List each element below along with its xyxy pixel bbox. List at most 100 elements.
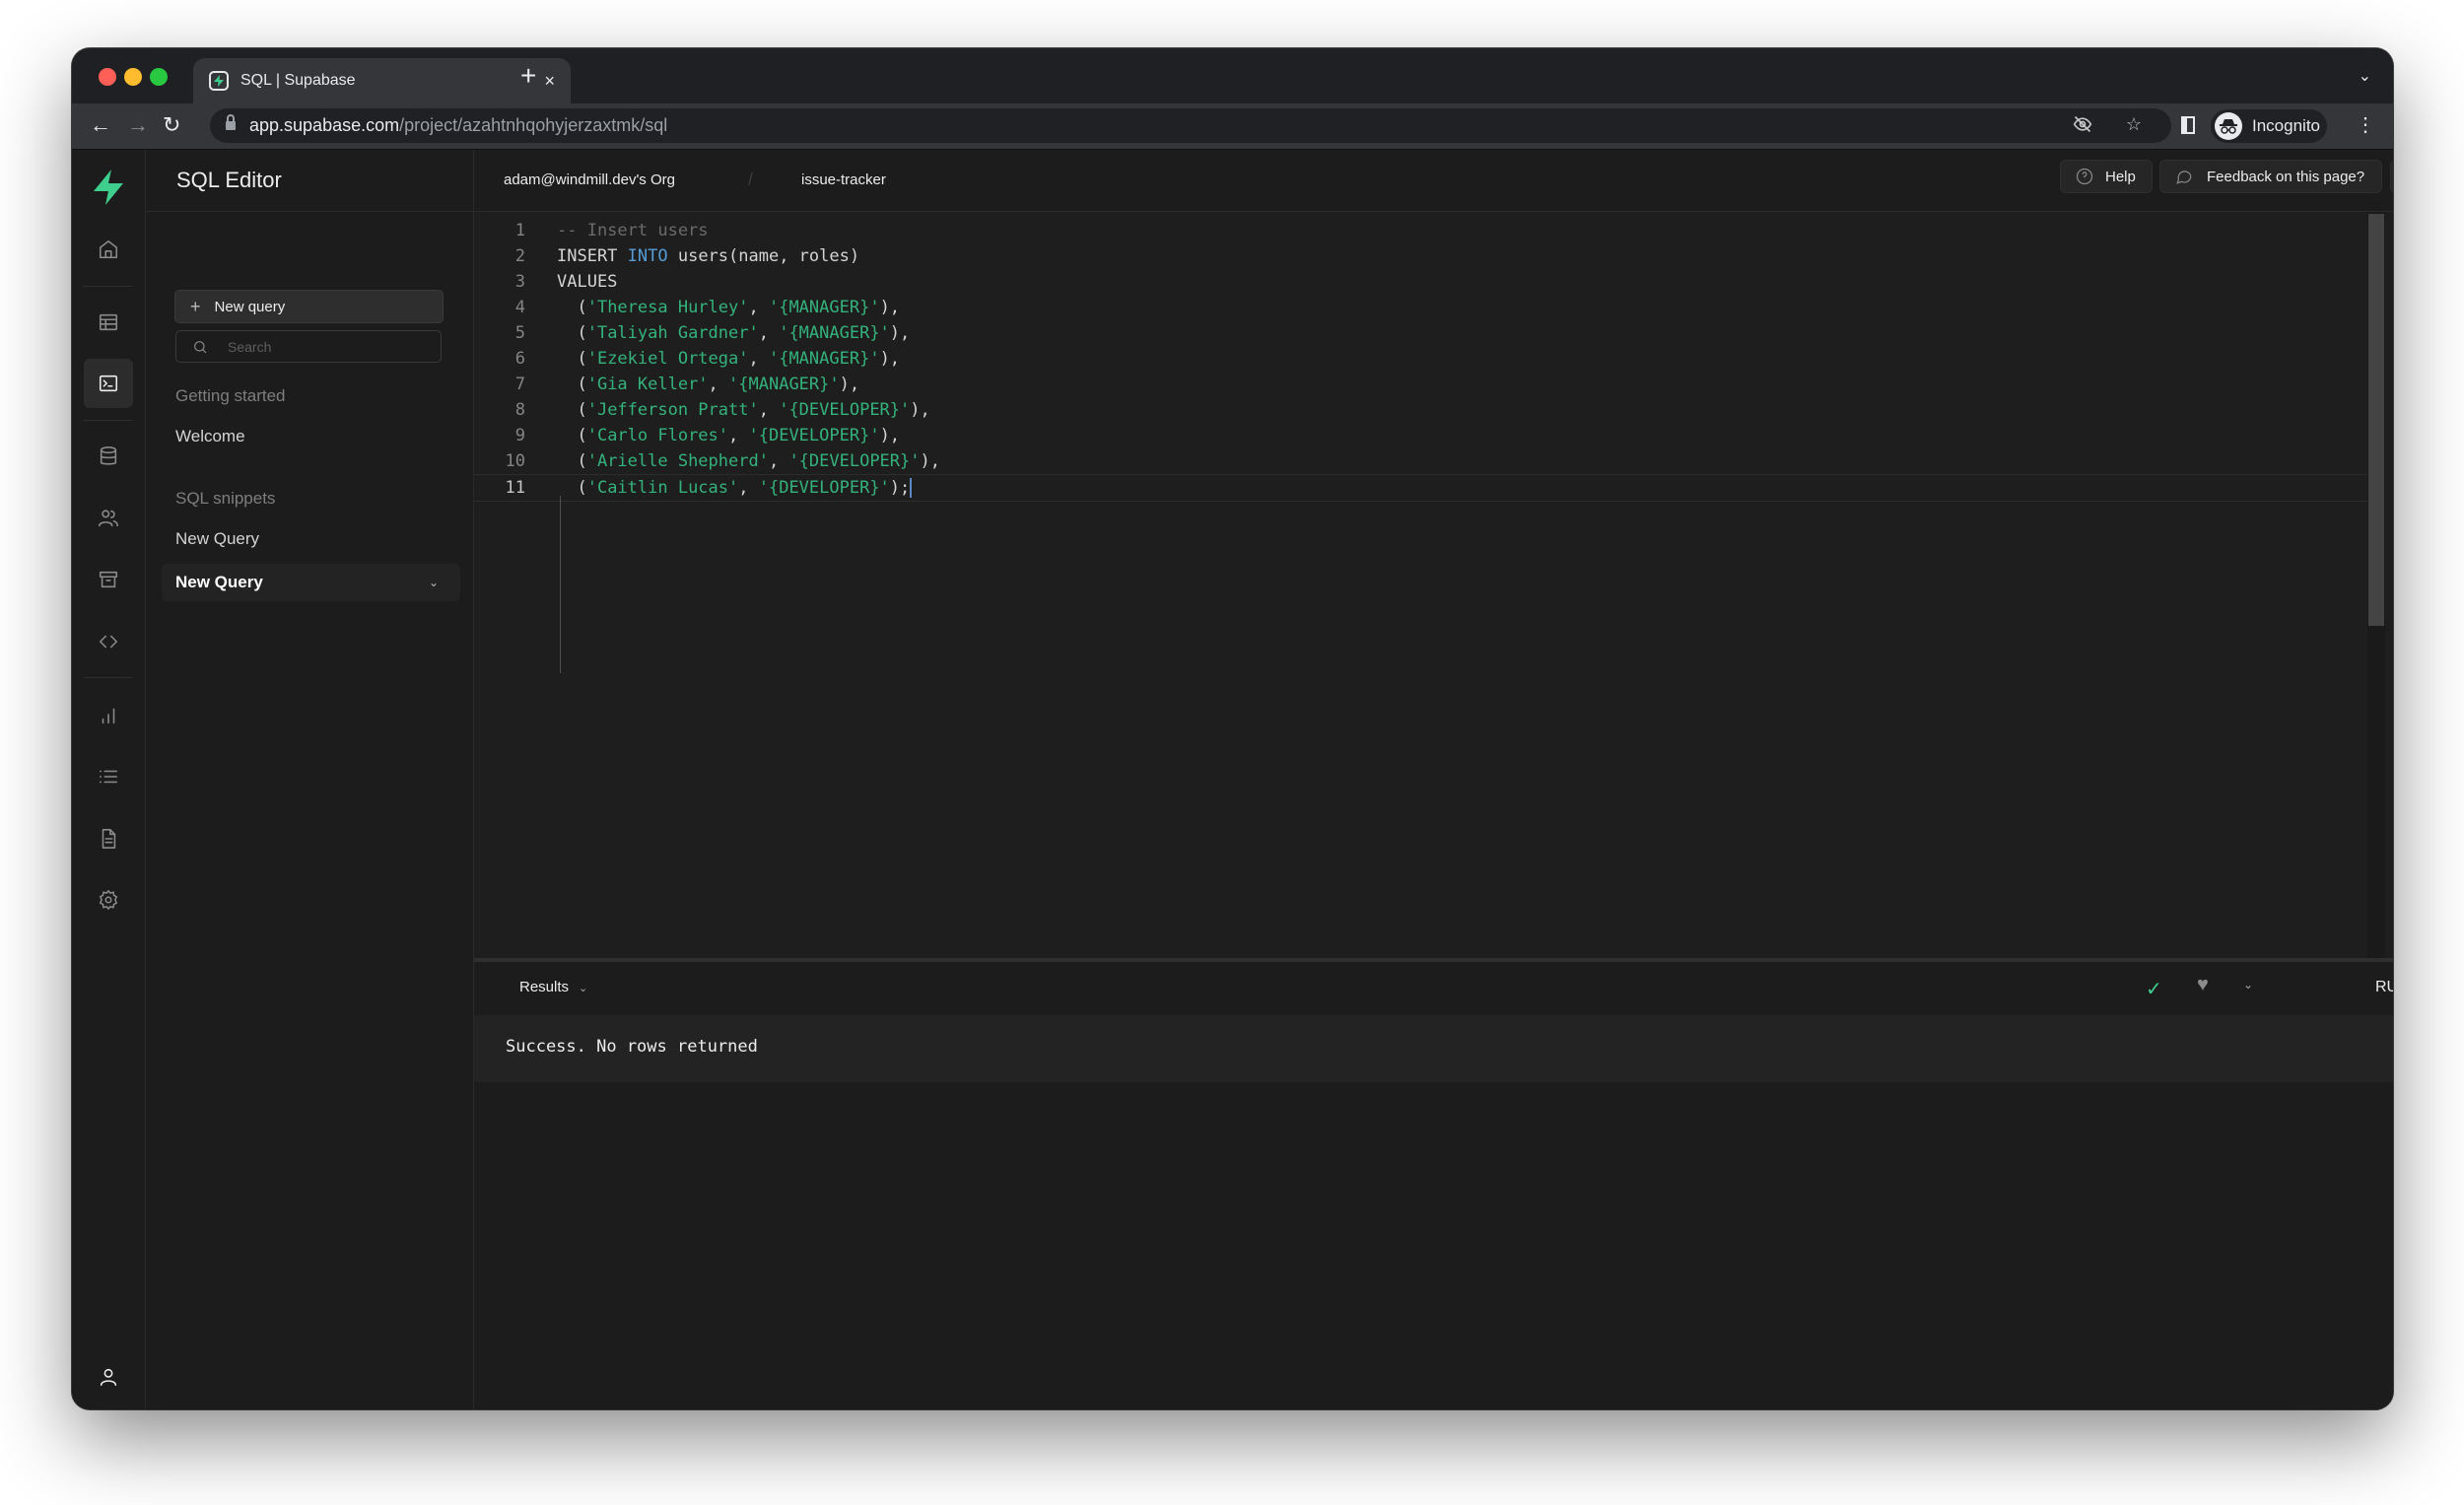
feedback-button[interactable]: Feedback on this page? (2159, 160, 2382, 193)
rail-settings[interactable] (84, 875, 133, 924)
code-token: , (748, 298, 769, 317)
users-icon (99, 510, 118, 527)
help-button[interactable]: Help (2060, 160, 2153, 193)
code-line[interactable]: 5 ('Taliyah Gardner', '{MANAGER}'), (474, 320, 2373, 346)
plus-icon: + (190, 296, 201, 316)
code-line[interactable]: 3 VALUES (474, 269, 2373, 295)
line-number: 9 (514, 426, 525, 445)
code-token: ( (557, 478, 587, 498)
rail-reports[interactable] (84, 691, 133, 740)
string-literal: '{MANAGER}' (768, 349, 880, 369)
code-text: ('Taliyah Gardner', '{MANAGER}'), (557, 320, 910, 346)
back-arrow-icon[interactable]: ← (90, 113, 111, 137)
bookmark-star-icon[interactable]: ☆ (2126, 114, 2142, 135)
sidebar-header: SQL Editor (145, 150, 473, 212)
string-literal: 'Gia Keller' (586, 375, 709, 394)
sidebar-item-welcome[interactable]: Welcome (175, 427, 245, 446)
browser-tab[interactable]: SQL | Supabase × (193, 58, 571, 103)
string-literal: '{DEVELOPER}' (758, 478, 890, 498)
code-token: ), (879, 426, 901, 445)
results-toolbar: Results ⌄ ✓ ♥ ⌄ RUN (474, 962, 2393, 1015)
side-panel-icon[interactable] (2181, 116, 2195, 134)
code-text: ('Theresa Hurley', '{MANAGER}'), (557, 295, 900, 320)
run-button[interactable]: RUN (2375, 979, 2393, 996)
tab-search-chevron-icon[interactable]: ⌄ (2359, 66, 2371, 86)
rail-edge-functions[interactable] (84, 617, 133, 666)
code-token: ), (839, 375, 860, 394)
list-icon (99, 770, 118, 784)
browser-menu-icon[interactable]: ⋮ (2356, 113, 2375, 137)
chevron-down-icon[interactable]: ⌄ (429, 576, 439, 589)
code-editor[interactable]: 1 -- Insert users 2 INSERT INTO users(name,… (474, 212, 2393, 958)
chevron-down-icon: ⌄ (579, 983, 588, 994)
code-line[interactable]: 9 ('Carlo Flores', '{DEVELOPER}'), (474, 423, 2373, 448)
code-line[interactable]: 6 ('Ezekiel Ortega', '{MANAGER}'), (474, 346, 2373, 372)
rail-database[interactable] (84, 432, 133, 481)
string-literal: 'Jefferson Pratt' (586, 400, 759, 420)
code-line[interactable]: 4 ('Theresa Hurley', '{MANAGER}'), (474, 295, 2373, 320)
sidebar-item-snippet[interactable]: New Query (175, 529, 259, 549)
rail-sql-editor[interactable] (84, 359, 133, 408)
new-query-button[interactable]: + New query (174, 290, 444, 323)
chevron-down-icon[interactable]: ⌄ (2243, 978, 2253, 992)
nav-rail (72, 150, 146, 1409)
new-query-label: New query (214, 298, 286, 315)
supabase-favicon-icon (209, 71, 229, 91)
results-tab[interactable]: Results ⌄ (519, 979, 587, 995)
tab-close-icon[interactable]: × (544, 71, 555, 92)
heart-icon[interactable]: ♥ (2197, 974, 2209, 996)
minimize-window-button[interactable] (124, 68, 142, 86)
sidebar-title: SQL Editor (176, 168, 282, 192)
maximize-window-button[interactable] (150, 68, 168, 86)
code-token: ), (879, 349, 901, 369)
string-literal: 'Arielle Shepherd' (586, 451, 769, 471)
archive-icon (99, 571, 118, 588)
code-token: ), (910, 400, 930, 420)
reload-icon[interactable]: ↻ (163, 113, 180, 137)
editor-scrollbar-thumb[interactable] (2368, 214, 2384, 626)
rail-logs[interactable] (84, 752, 133, 801)
rail-table-editor[interactable] (84, 298, 133, 347)
code-token: ), (889, 323, 911, 343)
code-line[interactable]: 8 ('Jefferson Pratt', '{DEVELOPER}'), (474, 397, 2373, 423)
search-input[interactable] (226, 337, 427, 356)
feedback-label: Feedback on this page? (2207, 168, 2365, 185)
code-line[interactable]: 7 ('Gia Keller', '{MANAGER}'), (474, 372, 2373, 397)
code-line[interactable]: 11 ('Caitlin Lucas', '{DEVELOPER}'); (474, 474, 2373, 502)
rail-divider (84, 420, 133, 421)
browser-window: SQL | Supabase × + ⌄ ← → ↻ app.supabase.… (72, 48, 2393, 1409)
code-line[interactable]: 2 INSERT INTO users(name, roles) (474, 243, 2373, 269)
breadcrumb-project[interactable]: issue-tracker (801, 171, 886, 188)
code-token: , (758, 400, 780, 420)
string-literal: 'Taliyah Gardner' (586, 323, 759, 343)
eye-off-icon[interactable] (2073, 114, 2092, 139)
snippet-search[interactable] (175, 330, 442, 363)
rail-authentication[interactable] (84, 494, 133, 543)
help-label: Help (2105, 168, 2136, 185)
line-number: 6 (514, 349, 525, 369)
rail-account[interactable] (84, 1352, 133, 1402)
string-literal: '{DEVELOPER}' (748, 426, 880, 445)
breadcrumb-org[interactable]: adam@windmill.dev's Org (504, 171, 675, 188)
code-icon (99, 635, 118, 649)
address-bar[interactable]: app.supabase.com/project/azahtnhqohyjerz… (210, 108, 2171, 143)
string-literal: 'Ezekiel Ortega' (586, 349, 749, 369)
forward-arrow-icon[interactable]: → (127, 113, 149, 137)
rail-home[interactable] (84, 225, 133, 274)
code-line[interactable]: 10 ('Arielle Shepherd', '{DEVELOPER}'), (474, 448, 2373, 474)
close-window-button[interactable] (99, 68, 116, 86)
results-message-panel: Success. No rows returned (474, 1015, 2393, 1082)
sidebar-item-snippet-active[interactable]: New Query ⌄ (162, 564, 460, 601)
supabase-logo-icon[interactable] (90, 168, 127, 207)
new-tab-button[interactable]: + (520, 61, 536, 91)
rail-divider (84, 286, 133, 287)
rail-storage[interactable] (84, 555, 133, 604)
url-text[interactable]: app.supabase.com/project/azahtnhqohyjerz… (249, 115, 667, 136)
browser-toolbar: ← → ↻ app.supabase.com/project/azahtnhqo… (72, 103, 2393, 150)
rail-api-docs[interactable] (84, 814, 133, 863)
code-token: ), (879, 298, 901, 317)
notifications-button[interactable] (2390, 160, 2393, 193)
code-line[interactable]: 1 -- Insert users (474, 218, 2373, 243)
incognito-profile-button[interactable]: Incognito (2211, 109, 2327, 143)
string-literal: 'Carlo Flores' (586, 426, 729, 445)
